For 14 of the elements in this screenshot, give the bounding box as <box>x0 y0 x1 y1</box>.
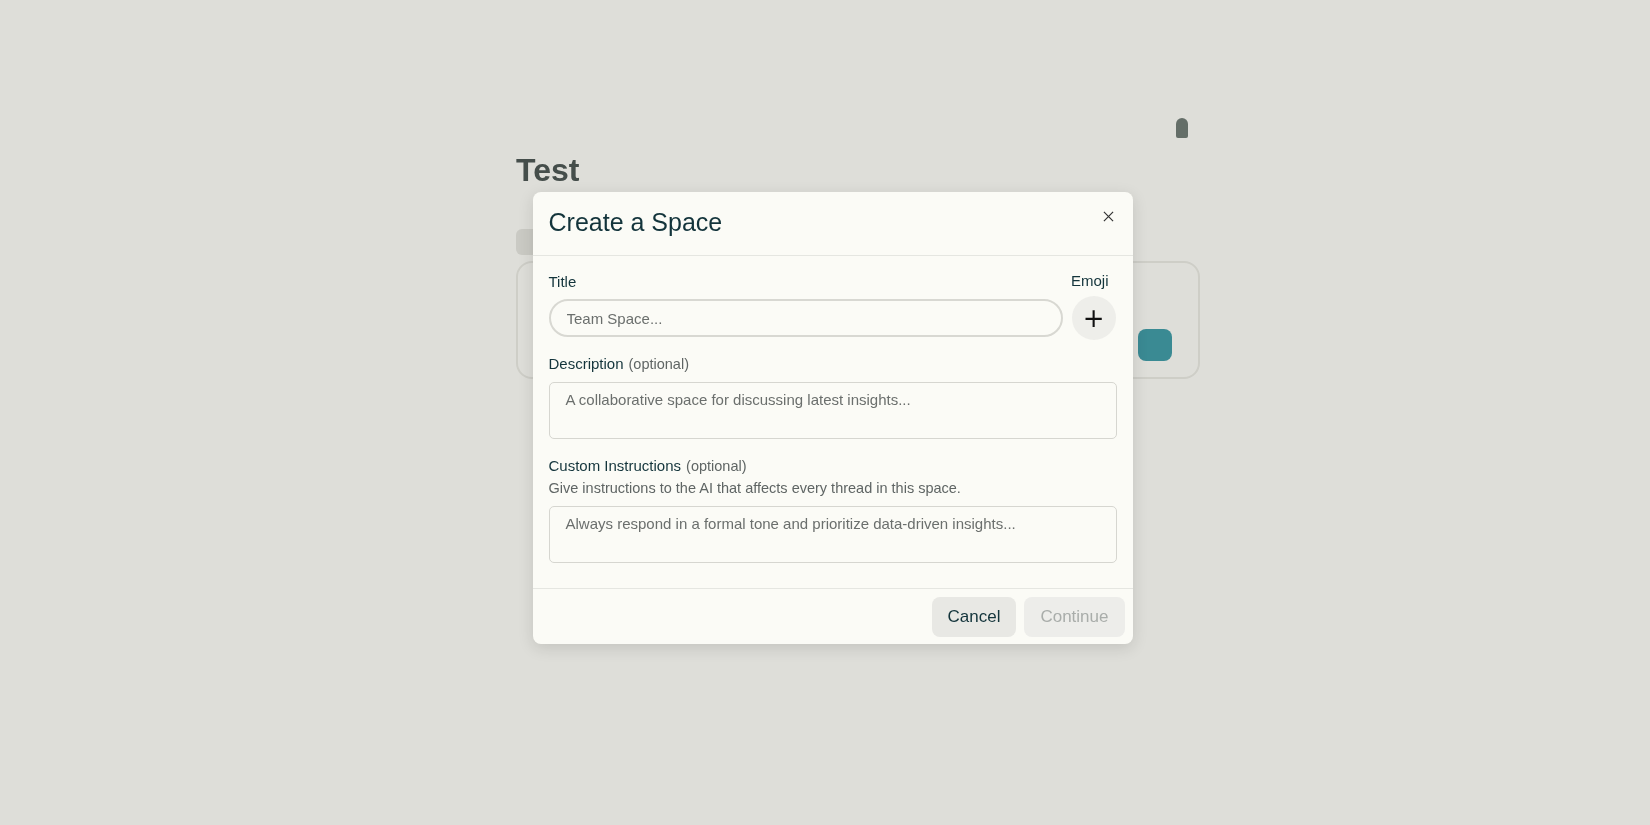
dialog-title: Create a Space <box>548 208 723 237</box>
cancel-button[interactable]: Cancel <box>931 596 1017 637</box>
add-emoji-button[interactable]: + <box>1071 296 1116 340</box>
page-title: Test <box>516 152 581 189</box>
optional-hint: (optional) <box>628 356 689 372</box>
field-label: Emoji <box>1071 272 1109 289</box>
help-text: Give instructions to the AI that affects every thread in this space. <box>548 480 962 496</box>
field-label: Title <box>548 273 578 290</box>
description-field[interactable]: A collaborative space for discussing latest insights... <box>548 382 1117 439</box>
title-field[interactable]: Team Space... <box>548 299 1063 337</box>
field-label: Custom Instructions <box>548 457 682 474</box>
field-label: Description <box>548 355 624 372</box>
optional-hint: (optional) <box>686 458 747 474</box>
instructions-field[interactable]: Always respond in a formal tone and prioritize data-driven insights... <box>548 506 1117 563</box>
